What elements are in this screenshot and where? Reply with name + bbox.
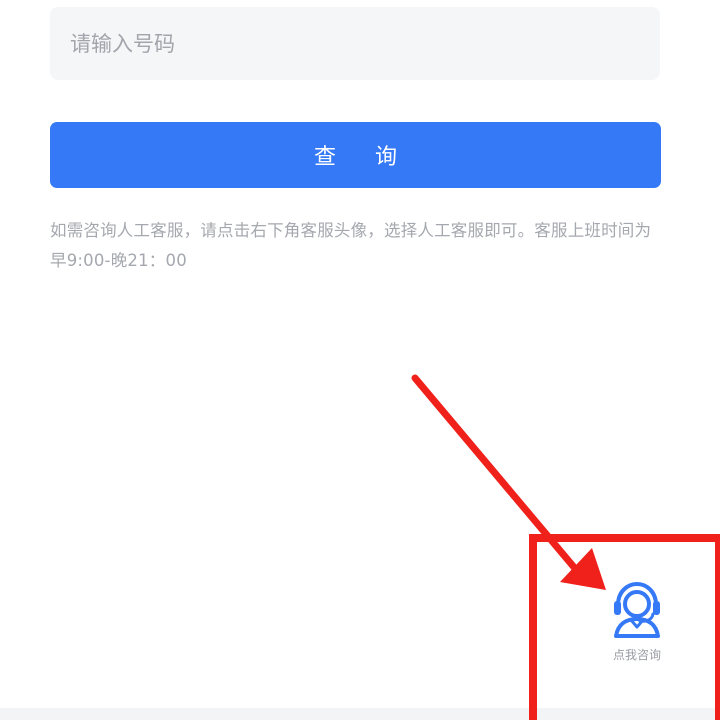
phone-number-input[interactable] xyxy=(68,30,642,57)
page: 查 询 如需咨询人工客服，请点击右下角客服头像，选择人工客服即可。客服上班时间为… xyxy=(0,0,720,720)
customer-service-button[interactable]: 点我咨询 xyxy=(598,578,676,668)
query-button[interactable]: 查 询 xyxy=(50,122,661,188)
phone-number-field[interactable] xyxy=(50,7,660,80)
annotation-arrow-shaft xyxy=(411,374,582,576)
headset-agent-icon xyxy=(614,581,660,638)
bottom-bar xyxy=(0,708,720,720)
customer-service-notice: 如需咨询人工客服，请点击右下角客服头像，选择人工客服即可。客服上班时间为早9:0… xyxy=(50,221,652,270)
customer-service-label: 点我咨询 xyxy=(612,648,661,662)
